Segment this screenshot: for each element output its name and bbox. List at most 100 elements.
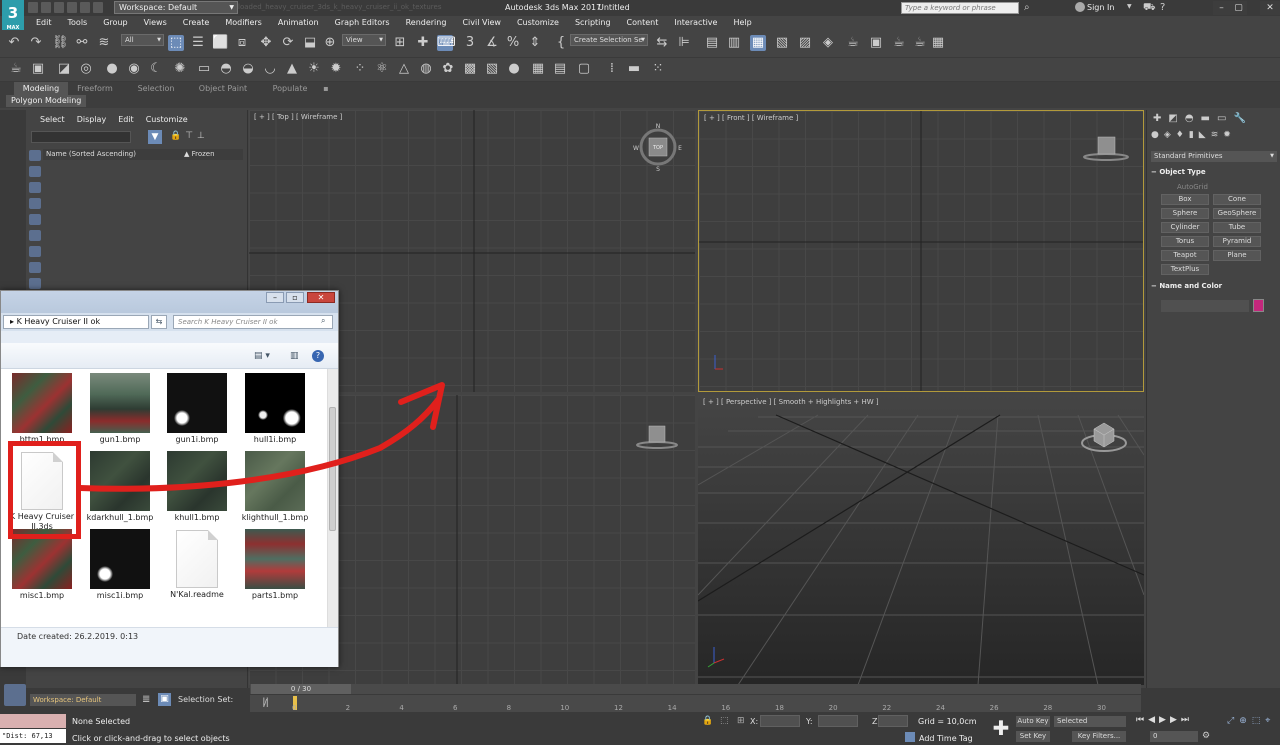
file-item[interactable]: misc1i.bmp [85, 529, 155, 601]
minimize-button[interactable]: – [1213, 1, 1230, 15]
save-icon[interactable] [54, 2, 64, 13]
mirror-icon[interactable]: ⇆ [654, 35, 670, 51]
viewport-front[interactable]: [ + ] [ Front ] [ Wireframe ] [698, 110, 1144, 392]
maxscript-listener[interactable] [0, 714, 66, 728]
explorer-search-input[interactable]: Search K Heavy Cruiser II ok [173, 315, 333, 329]
playback-controls[interactable]: ⏮◀▶▶⏭ [1136, 715, 1193, 725]
file-item[interactable]: misc1.bmp [7, 529, 77, 601]
menu-create[interactable]: Create [175, 16, 218, 30]
viewcube-left[interactable] [633, 421, 683, 451]
sphere-map-icon[interactable]: ◉ [126, 61, 142, 77]
selection-lock-icon[interactable]: ▣ [158, 693, 171, 706]
preview-pane-icon[interactable]: ▥ [290, 351, 299, 361]
bind-space-warp-icon[interactable]: ≋ [96, 35, 112, 51]
track-bar[interactable] [250, 695, 1141, 712]
grid-snap-icon[interactable]: ⁞ [604, 61, 620, 77]
chevron-down-icon[interactable]: ▼ [1127, 3, 1132, 10]
unlink-icon[interactable]: ⚯ [74, 35, 90, 51]
app-logo[interactable]: 3 MAX [2, 0, 24, 32]
teapot-button[interactable]: Teapot [1161, 250, 1209, 261]
image-icon[interactable]: ▣ [30, 61, 46, 77]
rect-light-icon[interactable]: ▭ [196, 61, 212, 77]
material-sphere-icon[interactable]: ● [506, 61, 522, 77]
display-geometry-icon[interactable] [29, 166, 41, 177]
undo-quick-icon[interactable] [67, 2, 77, 13]
scene-search-input[interactable] [31, 131, 131, 143]
snaps-toggle-icon[interactable]: 3 [462, 35, 478, 51]
sphere-button[interactable]: Sphere [1161, 208, 1209, 219]
menu-views[interactable]: Views [136, 16, 175, 30]
menu-edit[interactable]: Edit [28, 16, 60, 30]
select-manipulate-icon[interactable]: ✚ [415, 35, 431, 51]
move-icon[interactable]: ✥ [258, 35, 274, 51]
primitive-category-dropdown[interactable]: Standard Primitives [1151, 151, 1277, 162]
select-by-name-icon[interactable]: ☰ [190, 35, 206, 51]
viewcube-front[interactable] [1081, 133, 1131, 163]
cart-icon[interactable]: ⛟ [1143, 2, 1156, 15]
geosphere-button[interactable]: GeoSphere [1213, 208, 1261, 219]
autogrid-checkbox[interactable]: AutoGrid [1177, 183, 1208, 191]
maxscript-output[interactable]: "Dist: 67,13 [0, 729, 66, 743]
explorer-search-icon[interactable]: ⌕ [321, 316, 325, 326]
menu-scripting[interactable]: Scripting [567, 16, 619, 30]
molecule-icon[interactable]: ⚛ [374, 61, 390, 77]
time-tag-icon[interactable] [905, 732, 915, 742]
command-panel-tabs[interactable]: ✚◩◓▬▭🔧 [1153, 113, 1253, 124]
rotate-icon[interactable]: ⟳ [280, 35, 296, 51]
named-selection-icon[interactable]: { [553, 35, 569, 51]
redo-icon[interactable]: ↷ [28, 35, 44, 51]
rollout-name-color[interactable]: − Name and Color [1151, 281, 1277, 292]
explorer-close-button[interactable]: ✕ [307, 292, 335, 303]
file-item[interactable]: N'Kal.readme [162, 529, 232, 600]
checker-icon[interactable]: ▦ [530, 61, 546, 77]
sun-icon[interactable]: ☀ [306, 61, 322, 77]
layers-icon[interactable]: ≣ [142, 694, 154, 706]
frame-icon[interactable]: ▢ [576, 61, 592, 77]
file-item[interactable]: klighthull_1.bmp [240, 451, 310, 523]
display-cameras-icon[interactable] [29, 214, 41, 225]
help-search-input[interactable]: Type a keyword or phrase [901, 2, 1019, 14]
viewport-perspective[interactable]: [ + ] [ Perspective ] [ Smooth + Highlig… [698, 395, 1144, 685]
display-helpers-icon[interactable] [29, 230, 41, 241]
ribbon-options-icon[interactable]: ▪ [320, 82, 332, 95]
auto-key-button[interactable]: Auto Key [1016, 716, 1050, 727]
a360-render-icon[interactable]: ▦ [930, 35, 946, 51]
close-button[interactable]: ✕ [1260, 1, 1280, 15]
column-header-name[interactable]: Name (Sorted Ascending) [43, 149, 181, 160]
isolate-icon[interactable]: 🔒 [702, 716, 713, 726]
scrollbar-thumb[interactable] [329, 407, 336, 531]
menu-customize[interactable]: Customize [509, 16, 567, 30]
menu-group[interactable]: Group [95, 16, 135, 30]
moon-icon[interactable]: ☾ [148, 61, 164, 77]
z-coordinate-input[interactable] [878, 715, 908, 727]
reference-coordinate-dropdown[interactable]: View [342, 34, 386, 46]
se-menu-customize[interactable]: Customize [140, 115, 194, 124]
filter-icon[interactable]: ▼ [148, 130, 162, 144]
menu-help[interactable]: Help [725, 16, 759, 30]
teapot-icon[interactable]: ☕ [8, 61, 24, 77]
flower-icon[interactable]: ✿ [440, 61, 456, 77]
open-icon[interactable] [41, 2, 51, 13]
textplus-button[interactable]: TextPlus [1161, 264, 1209, 275]
curve-editor-icon[interactable]: ▧ [774, 35, 790, 51]
workspace-dropdown-bottom[interactable]: Workspace: Default [30, 694, 136, 706]
display-spacewarps-icon[interactable] [29, 246, 41, 257]
menu-interactive[interactable]: Interactive [666, 16, 725, 30]
render-icon[interactable]: ☕ [891, 35, 907, 51]
viewport-label-perspective[interactable]: [ + ] [ Perspective ] [ Smooth + Highlig… [703, 398, 879, 406]
cylinder-button[interactable]: Cylinder [1161, 222, 1209, 233]
tab-selection[interactable]: Selection [130, 82, 182, 95]
viewcube-perspective[interactable] [1080, 417, 1132, 457]
polygon-modeling-panel[interactable]: Polygon Modeling [6, 95, 87, 107]
viewport-layout-icon[interactable] [4, 684, 26, 706]
schematic-view-icon[interactable]: ▨ [797, 35, 813, 51]
display-lights-icon[interactable] [29, 198, 41, 209]
explorer-address-input[interactable]: ▸ K Heavy Cruiser II ok [3, 315, 149, 329]
pyramid-button[interactable]: Pyramid [1213, 236, 1261, 247]
time-slider-thumb[interactable]: 0 / 30 [251, 684, 351, 694]
selection-lock-toggle-icon[interactable]: ⬚ [720, 716, 729, 726]
change-view-icon[interactable]: ▤ ▾ [254, 351, 270, 361]
display-all-icon[interactable] [29, 150, 41, 161]
se-menu-display[interactable]: Display [71, 115, 113, 124]
tab-freeform[interactable]: Freeform [70, 82, 120, 95]
